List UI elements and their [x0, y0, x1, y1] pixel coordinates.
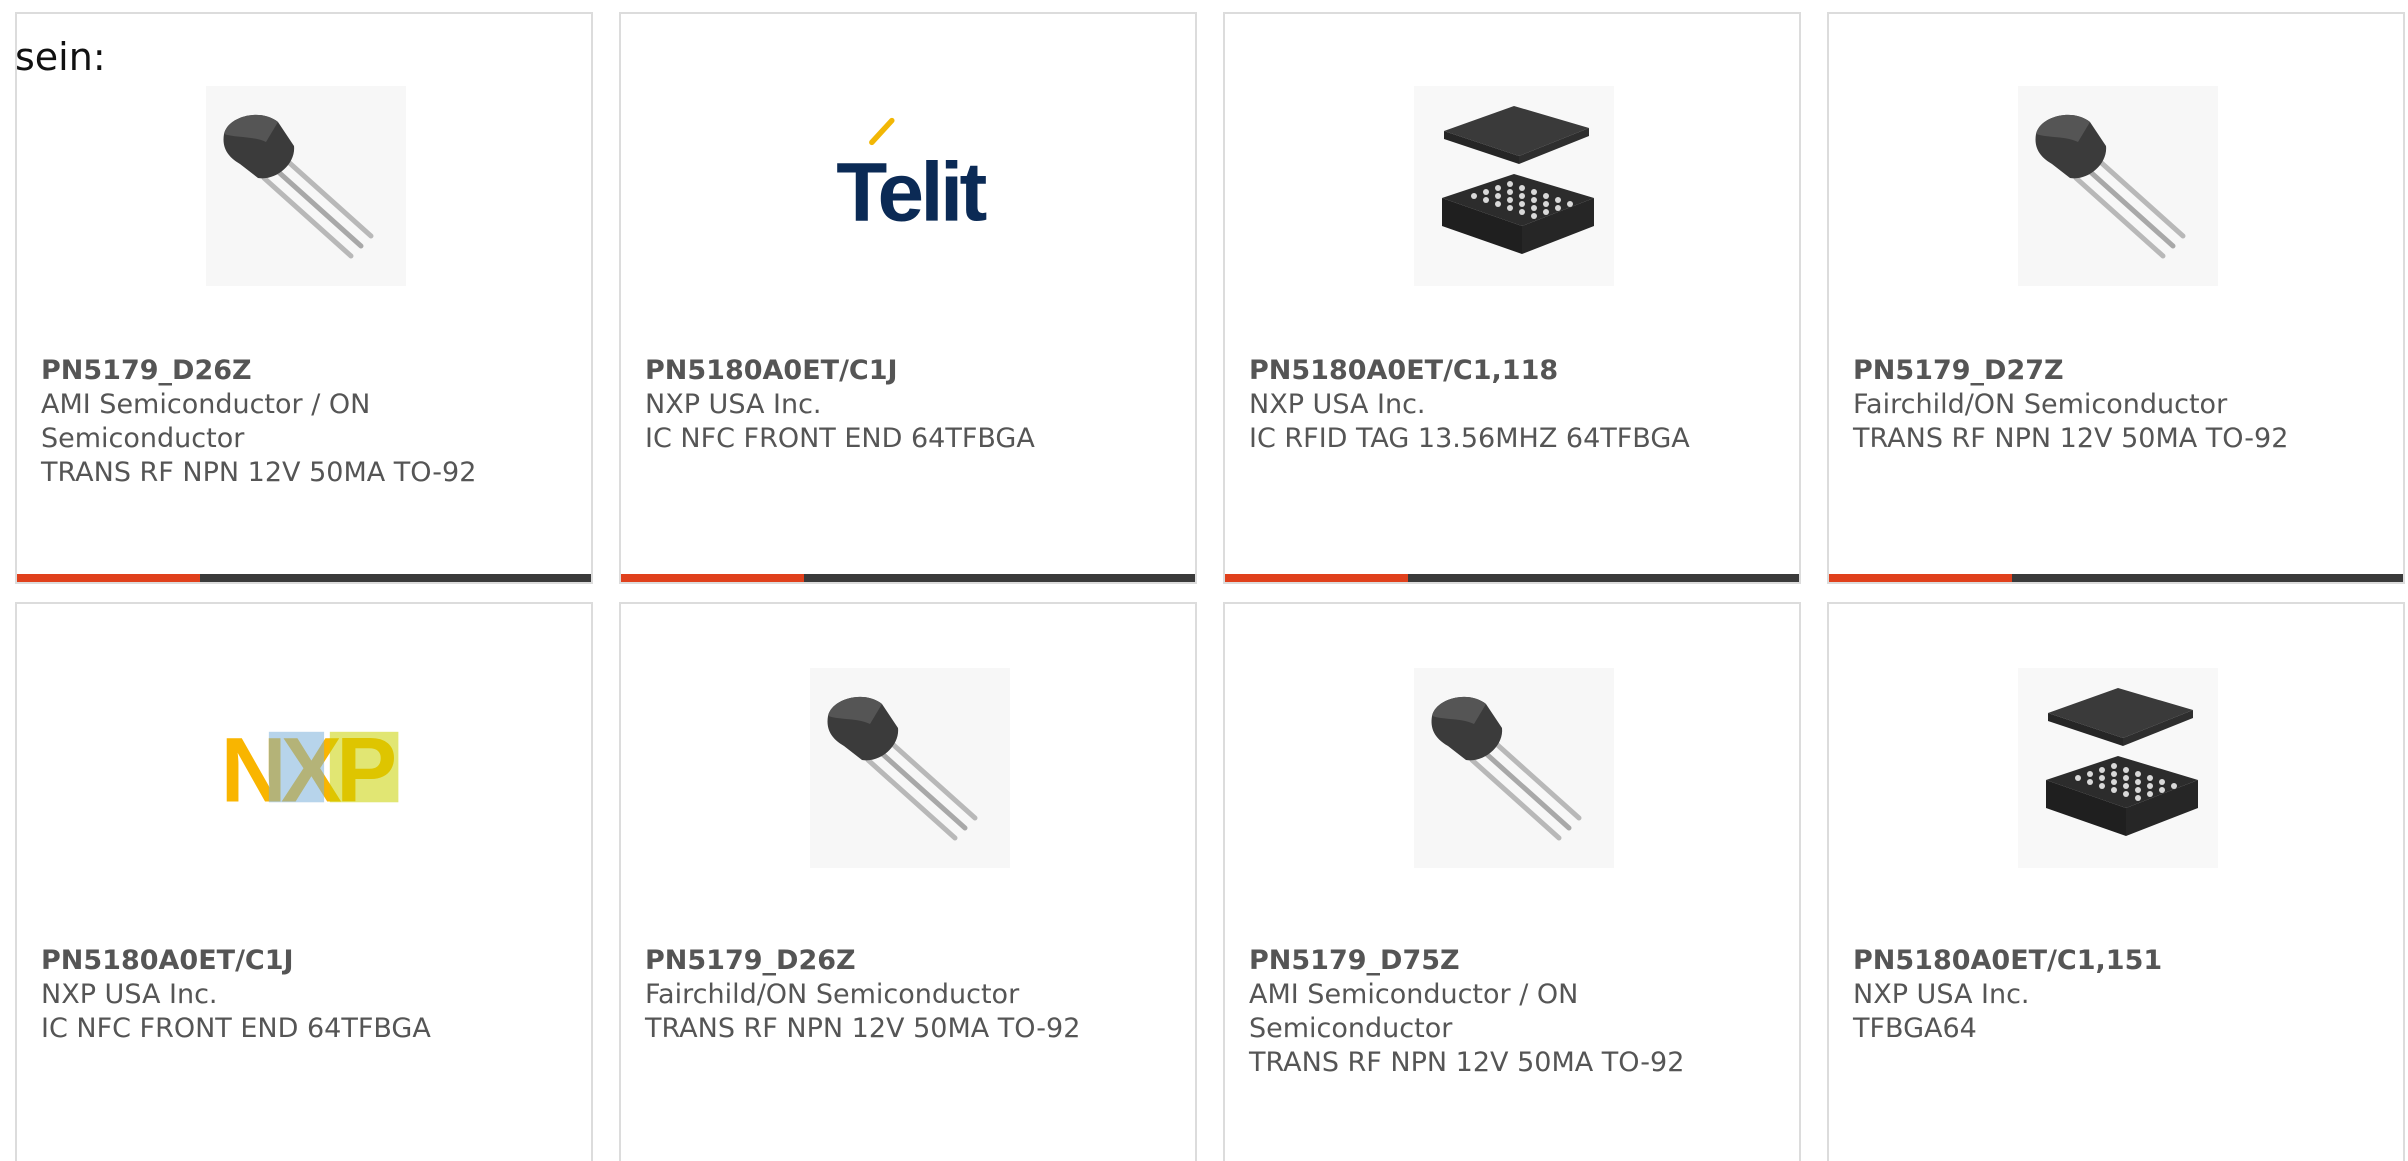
product-image[interactable]: Telit: [810, 86, 1010, 286]
product-card[interactable]: PN5179_D27Z Fairchild/ON Semiconductor T…: [1827, 12, 2405, 584]
product-image[interactable]: [2018, 668, 2218, 868]
part-number[interactable]: PN5179_D26Z: [645, 944, 1175, 978]
description: TRANS RF NPN 12V 50MA TO-92: [1853, 423, 2289, 454]
telit-logo-icon: Telit: [836, 117, 990, 239]
product-card[interactable]: NXP PN5180A0ET/C1J NXP USA Inc. IC NFC F…: [15, 602, 593, 1161]
product-info: PN5179_D26Z AMI Semiconductor / ON Semic…: [41, 354, 571, 490]
telit-logo-text: Telit: [836, 145, 986, 239]
part-number[interactable]: PN5180A0ET/C1J: [41, 944, 571, 978]
card-bar-accent: [17, 574, 200, 582]
manufacturer: NXP USA Inc.: [1853, 979, 2030, 1010]
to92-transistor-icon: [1414, 668, 1614, 868]
description: TRANS RF NPN 12V 50MA TO-92: [41, 457, 477, 488]
description: IC RFID TAG 13.56MHZ 64TFBGA: [1249, 423, 1690, 454]
card-bar-accent: [1225, 574, 1408, 582]
to92-transistor-icon: [206, 86, 406, 286]
manufacturer: Fairchild/ON Semiconductor: [645, 979, 1020, 1010]
manufacturer: AMI Semiconductor / ON Semiconductor: [1249, 979, 1579, 1044]
product-info: PN5179_D75Z AMI Semiconductor / ON Semic…: [1249, 944, 1779, 1080]
description: IC NFC FRONT END 64TFBGA: [41, 1013, 431, 1044]
description: IC NFC FRONT END 64TFBGA: [645, 423, 1035, 454]
part-number[interactable]: PN5179_D27Z: [1853, 354, 2383, 388]
product-image[interactable]: [206, 86, 406, 286]
nxp-logo-icon: NXP: [221, 719, 400, 821]
part-number[interactable]: PN5179_D26Z: [41, 354, 571, 388]
part-number[interactable]: PN5180A0ET/C1,118: [1249, 354, 1779, 388]
description: TRANS RF NPN 12V 50MA TO-92: [645, 1013, 1081, 1044]
manufacturer: AMI Semiconductor / ON Semiconductor: [41, 389, 371, 454]
product-card[interactable]: Telit PN5180A0ET/C1J NXP USA Inc. IC NFC…: [619, 12, 1197, 584]
card-bar-accent: [621, 574, 804, 582]
card-bar-accent: [1829, 574, 2012, 582]
product-card[interactable]: PN5179_D75Z AMI Semiconductor / ON Semic…: [1223, 602, 1801, 1161]
product-info: PN5180A0ET/C1J NXP USA Inc. IC NFC FRONT…: [41, 944, 571, 1046]
card-bar: [1829, 574, 2403, 582]
manufacturer: NXP USA Inc.: [1249, 389, 1426, 420]
intro-text: sein:: [15, 35, 106, 79]
product-card[interactable]: PN5179_D26Z AMI Semiconductor / ON Semic…: [15, 12, 593, 584]
card-bar: [621, 574, 1195, 582]
product-info: PN5180A0ET/C1,151 NXP USA Inc. TFBGA64: [1853, 944, 2383, 1046]
part-number[interactable]: PN5180A0ET/C1J: [645, 354, 1175, 388]
manufacturer: NXP USA Inc.: [645, 389, 822, 420]
product-image[interactable]: [1414, 668, 1614, 868]
product-info: PN5179_D27Z Fairchild/ON Semiconductor T…: [1853, 354, 2383, 456]
description: TRANS RF NPN 12V 50MA TO-92: [1249, 1047, 1685, 1078]
product-image[interactable]: [810, 668, 1010, 868]
card-bar: [1225, 574, 1799, 582]
part-number[interactable]: PN5179_D75Z: [1249, 944, 1779, 978]
product-card[interactable]: PN5180A0ET/C1,118 NXP USA Inc. IC RFID T…: [1223, 12, 1801, 584]
description: TFBGA64: [1853, 1013, 1977, 1044]
product-grid-page: sein: PN5179_D26Z AMI Semiconductor / ON…: [0, 0, 2408, 1161]
to92-transistor-icon: [2018, 86, 2218, 286]
product-image[interactable]: [1414, 86, 1614, 286]
manufacturer: Fairchild/ON Semiconductor: [1853, 389, 2228, 420]
to92-transistor-icon: [810, 668, 1010, 868]
product-image[interactable]: [2018, 86, 2218, 286]
part-number[interactable]: PN5180A0ET/C1,151: [1853, 944, 2383, 978]
bga-chip-icon: [1414, 86, 1614, 286]
product-info: PN5180A0ET/C1,118 NXP USA Inc. IC RFID T…: [1249, 354, 1779, 456]
product-info: PN5180A0ET/C1J NXP USA Inc. IC NFC FRONT…: [645, 354, 1175, 456]
product-info: PN5179_D26Z Fairchild/ON Semiconductor T…: [645, 944, 1175, 1046]
card-bar: [17, 574, 591, 582]
product-card[interactable]: PN5180A0ET/C1,151 NXP USA Inc. TFBGA64: [1827, 602, 2405, 1161]
bga-chip-icon: [2018, 668, 2218, 868]
manufacturer: NXP USA Inc.: [41, 979, 218, 1010]
product-image[interactable]: NXP: [206, 668, 406, 868]
product-card[interactable]: PN5179_D26Z Fairchild/ON Semiconductor T…: [619, 602, 1197, 1161]
